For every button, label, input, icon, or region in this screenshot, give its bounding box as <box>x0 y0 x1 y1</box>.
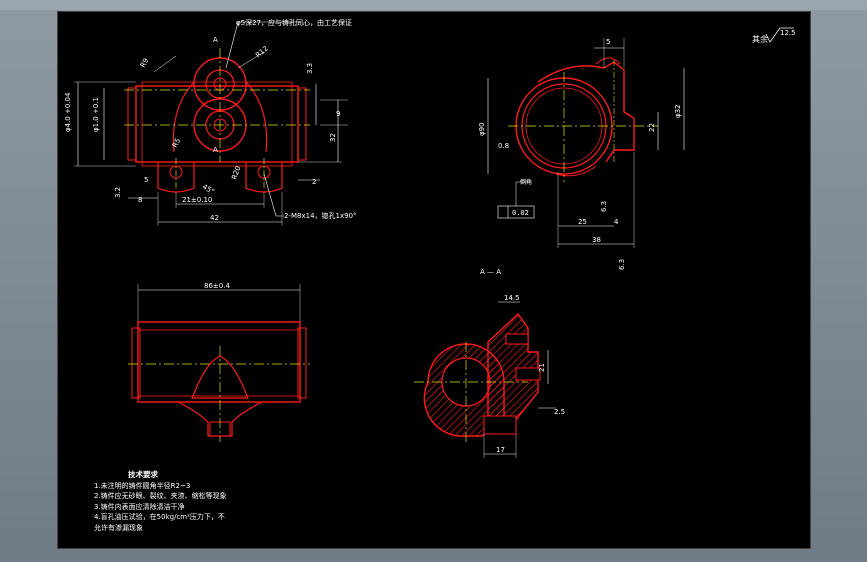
dim-r5: R5 <box>171 137 183 149</box>
side-dim-6-3b: 6.3 <box>618 259 626 270</box>
dim-8: 8 <box>138 196 142 204</box>
side-tolerance: 0.02 <box>512 209 529 217</box>
note-item: 允许有渗漏现象 <box>94 523 143 532</box>
roughness-symbol: 其余 12.5 <box>752 27 796 44</box>
dim-42: 42 <box>210 214 219 222</box>
roughness-label: 其余 <box>752 34 768 44</box>
roughness-value: 12.5 <box>780 29 796 37</box>
side-dim-phi32: φ32 <box>674 104 682 118</box>
dim-r12: R12 <box>254 45 270 60</box>
side-note: 倒角 <box>520 178 532 186</box>
section-dim-2-5: 2.5 <box>554 408 565 416</box>
cad-drawing: 其余 12.5 A A φ5深27，应与铸孔同心，由工艺保证 R9 R12 φ4… <box>64 18 796 458</box>
hole-note: φ5深27，应与铸孔同心，由工艺保证 <box>236 18 352 27</box>
technical-notes: 技术要求 1.未注明的铸件圆角半径R2~3 2.铸件应无砂眼、裂纹、夹渣、缩松等… <box>94 470 344 533</box>
dim-32: 32 <box>329 133 337 142</box>
section-dim-17: 17 <box>496 446 505 454</box>
note-item: 2.铸件应无砂眼、裂纹、夹渣、缩松等现象 <box>94 492 227 500</box>
note-item: 4.盲孔油压试验，在50kg/cm²压力下，不 <box>94 513 225 521</box>
side-dim-22: 22 <box>648 123 656 132</box>
window-frame <box>0 0 867 10</box>
top-view: A A φ5深27，应与铸孔同心，由工艺保证 R9 R12 φ4.0 +0.04… <box>64 18 357 226</box>
dim-3-2: 3.2 <box>114 187 122 198</box>
dim-r9: R9 <box>139 57 151 69</box>
dim-45: 45° <box>201 183 216 196</box>
front-dim-86: 86±0.4 <box>204 282 230 290</box>
note-item: 1.未注明的铸件圆角半径R2~3 <box>94 481 191 490</box>
side-view: 5 φ90 φ32 22 0.8 6.3 25 4 38 6.3 0.02 倒角 <box>478 38 685 270</box>
thread-note: 2-M8x14，锪孔1x90° <box>284 211 357 220</box>
dim-2: 2 <box>312 178 316 186</box>
dim-phi-upper: φ4.0 +0.04 <box>64 92 72 132</box>
section-dim-14-5: 14.5 <box>504 294 520 302</box>
side-dim-6-3: 6.3 <box>600 201 608 212</box>
section-view: 14.5 21 2.5 17 <box>414 294 565 458</box>
dim-9: 9 <box>336 110 340 118</box>
side-dim-38: 38 <box>592 236 601 244</box>
front-view: 86±0.4 <box>128 282 310 442</box>
side-dim-25: 25 <box>578 218 587 226</box>
notes-title: 技术要求 <box>128 470 158 479</box>
section-label: A — A <box>480 268 501 276</box>
side-dim-5: 5 <box>606 38 610 46</box>
note-item: 3.铸件内表面应清除清洁干净 <box>94 502 185 511</box>
section-marker-top: A <box>213 36 218 44</box>
dim-phi-lower: φ1.0 +0.1 <box>92 97 100 132</box>
side-dim-4: 4 <box>614 218 619 226</box>
section-marker-bottom: A <box>213 146 218 154</box>
drawing-sheet: 其余 12.5 A A φ5深27，应与铸孔同心，由工艺保证 R9 R12 φ4… <box>58 12 810 548</box>
dim-3-3: 3.3 <box>306 63 314 74</box>
dim-21: 21±0.10 <box>182 196 212 204</box>
side-dim-0-8: 0.8 <box>498 142 509 150</box>
section-dim-21: 21 <box>538 363 546 372</box>
side-dim-phi90: φ90 <box>478 122 486 136</box>
dim-5: 5 <box>144 176 148 184</box>
dim-r20: R20 <box>230 165 242 181</box>
